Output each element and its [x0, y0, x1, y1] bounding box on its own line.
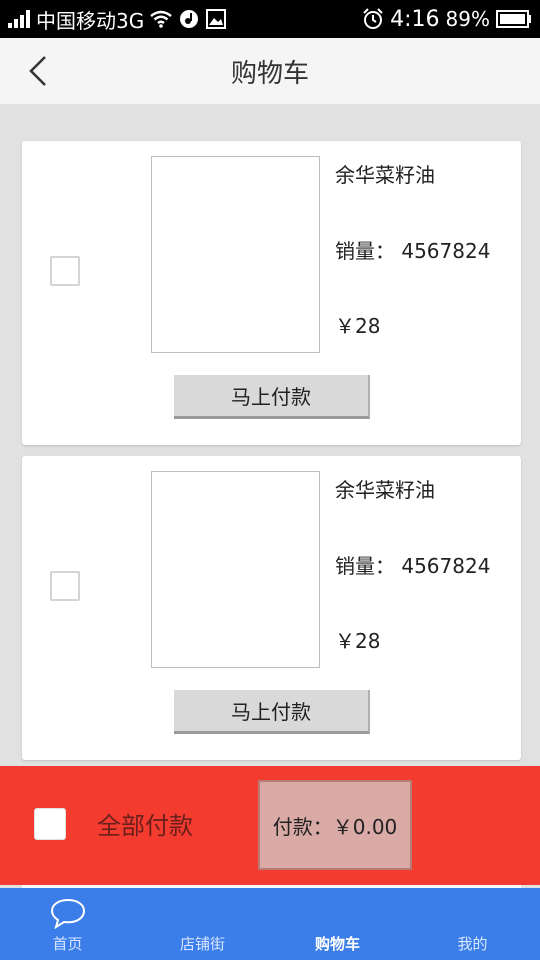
product-price: ￥28: [335, 629, 381, 653]
bottom-nav: 首页 店铺街 购物车 我的: [0, 888, 540, 960]
product-sales: 销量： 4567824: [335, 239, 491, 263]
pay-now-button[interactable]: 马上付款: [174, 690, 370, 734]
nav-label: 首页: [52, 935, 83, 953]
nav-item-shop-street[interactable]: 店铺街: [135, 888, 270, 960]
nav-item-home[interactable]: 首页: [0, 888, 135, 960]
product-image[interactable]: [151, 156, 320, 353]
signal-icon: [8, 10, 30, 28]
battery-icon: [496, 10, 531, 28]
product-sales: 销量： 4567824: [335, 554, 491, 578]
wifi-icon: [150, 10, 173, 28]
cart-item-card: 余华菜籽油 销量： 4567824 ￥28 马上付款: [22, 456, 521, 760]
music-icon: [180, 10, 199, 28]
status-bar: 中国移动3G 4:16 89%: [0, 0, 540, 38]
checkout-button[interactable]: 付款：￥0.00: [258, 780, 412, 870]
nav-label: 我的: [457, 935, 488, 953]
product-name: 余华菜籽油: [335, 163, 435, 187]
nav-item-mine[interactable]: 我的: [405, 888, 540, 960]
carrier-label: 中国移动3G: [36, 8, 145, 33]
nav-label: 店铺街: [179, 935, 225, 953]
nav-item-cart[interactable]: 购物车: [270, 888, 405, 960]
nav-label: 购物车: [314, 935, 360, 953]
pay-now-button[interactable]: 马上付款: [174, 375, 370, 419]
chevron-left-icon: [29, 56, 46, 86]
item-checkbox[interactable]: [50, 571, 80, 601]
item-checkbox[interactable]: [50, 256, 80, 286]
page-header: 购物车: [0, 38, 540, 104]
clock-time: 4:16: [390, 6, 440, 32]
product-price: ￥28: [335, 314, 381, 338]
page-title: 购物车: [230, 58, 309, 89]
chat-bubble-icon: [50, 898, 85, 929]
alarm-icon: [363, 8, 383, 29]
select-all-checkbox[interactable]: [34, 808, 66, 840]
checkout-bar: 全部付款 付款：￥0.00: [0, 766, 540, 885]
cart-item-card: 余华菜籽油 销量： 4567824 ￥28 马上付款: [22, 141, 521, 445]
product-name: 余华菜籽油: [335, 478, 435, 502]
product-image[interactable]: [151, 471, 320, 668]
select-all-label: 全部付款: [97, 812, 193, 840]
battery-percent: 89%: [445, 7, 490, 31]
image-icon: [206, 9, 227, 29]
back-button[interactable]: [18, 50, 58, 92]
